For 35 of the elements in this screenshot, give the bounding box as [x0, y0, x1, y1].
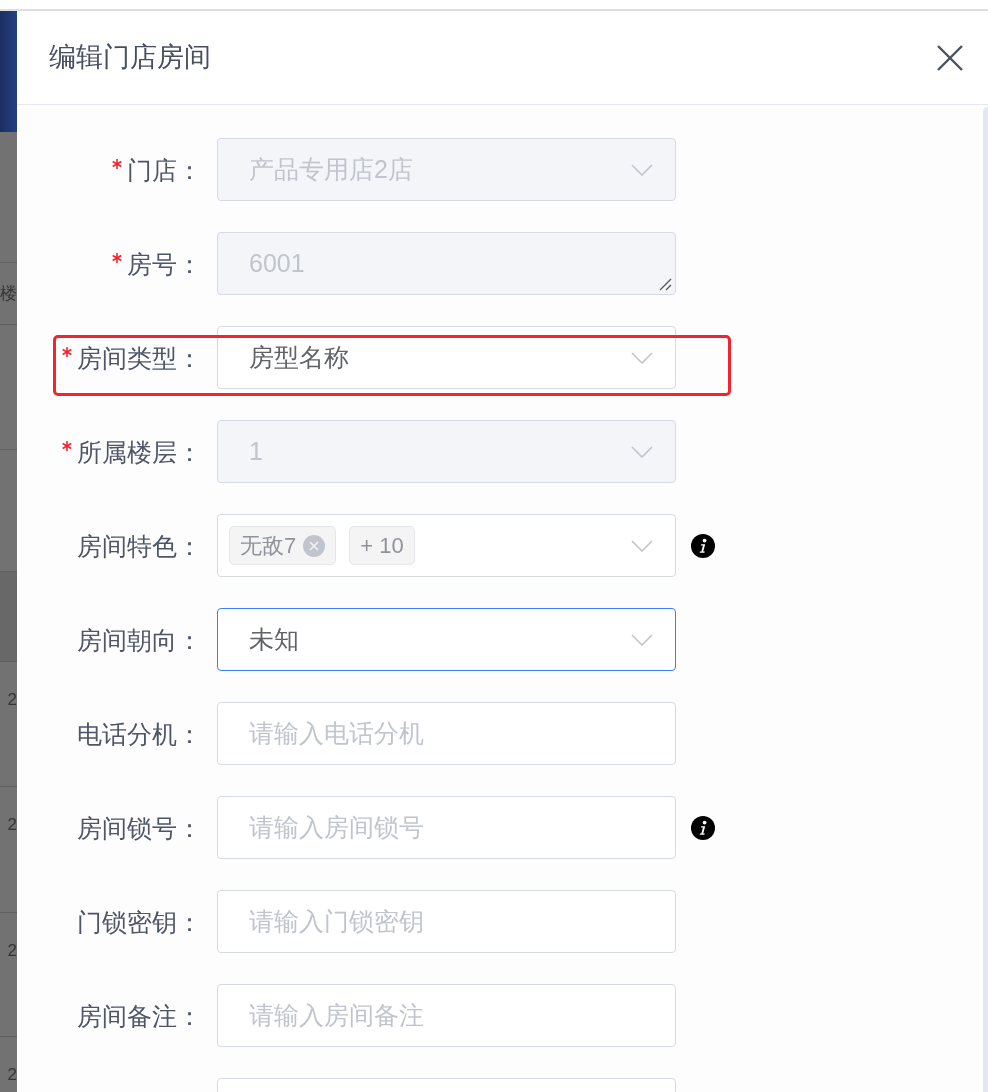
table-cell: 2 [7, 941, 17, 961]
chevron-down-icon [631, 445, 653, 458]
dialog-title: 编辑门店房间 [49, 41, 211, 74]
table-cell: 2 [7, 1065, 17, 1085]
field-label: 房间朝向： [77, 624, 202, 655]
info-icon[interactable] [691, 815, 715, 840]
field-label: 房号： [127, 248, 202, 279]
select-field[interactable]: 房型名称 [217, 326, 676, 389]
info-icon[interactable] [691, 533, 715, 558]
field-label: 门锁密钥： [77, 906, 202, 937]
table-cell: 2 [7, 815, 17, 835]
table-cell: 2 [7, 690, 17, 710]
multi-select-field[interactable]: 无敌7 + 10 [217, 514, 676, 577]
select-field[interactable]: 未知 [217, 608, 676, 671]
close-button[interactable] [936, 43, 964, 72]
chevron-down-icon [631, 539, 653, 552]
input-field[interactable]: 请输入门锁密钥 [217, 890, 676, 953]
input-field[interactable]: 请输入房间锁号 [217, 796, 676, 859]
field-label: 房间特色： [77, 530, 202, 561]
input-field[interactable]: 请输入电话分机 [217, 702, 676, 765]
scrollbar[interactable] [983, 107, 988, 1092]
field-label: 房间类型： [77, 342, 202, 373]
chevron-down-icon [631, 163, 653, 176]
close-icon [937, 44, 963, 71]
field-label: 所属楼层： [77, 436, 202, 467]
field-label: 房间锁号： [77, 812, 202, 843]
input-field[interactable]: 请输入房间备注 [217, 984, 676, 1047]
field-label: 门店： [127, 154, 202, 185]
chevron-down-icon [631, 351, 653, 364]
field-label: 电话分机： [77, 718, 202, 749]
table-header-cell: 楼 [0, 283, 17, 304]
tag-text: + 10 [360, 534, 404, 557]
field-label: 房间备注： [77, 1000, 202, 1031]
chevron-down-icon [631, 633, 653, 646]
tag-text: 无敌7 [240, 534, 297, 557]
